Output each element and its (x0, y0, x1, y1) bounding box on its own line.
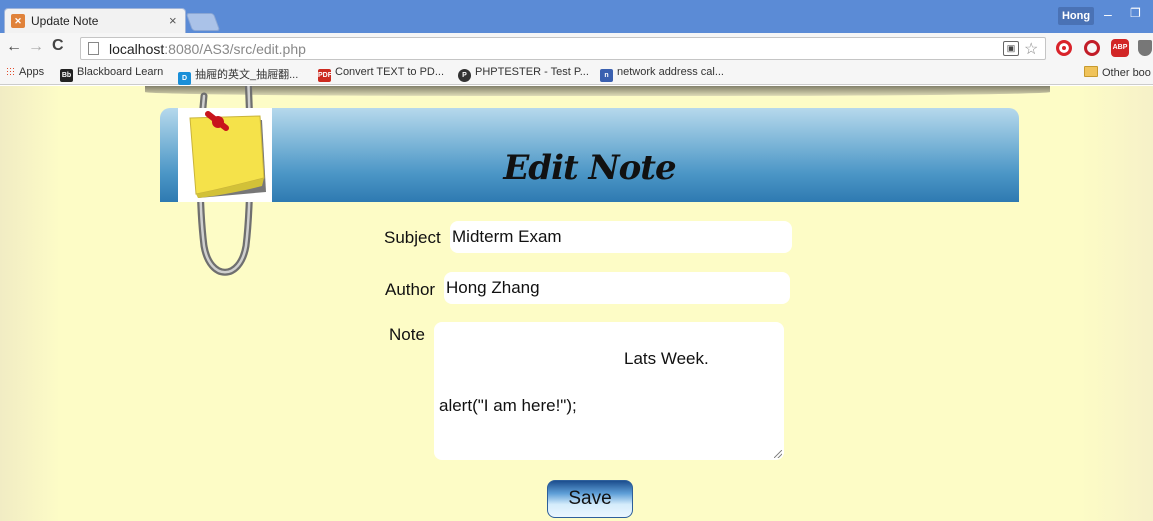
page-viewport: Edit Note Subject Author Note Lats Week.… (0, 86, 1153, 521)
address-bar[interactable]: localhost:8080/AS3/src/edit.php ▣ ☆ (80, 37, 1046, 60)
save-button[interactable]: Save (547, 480, 633, 518)
page-title: Edit Note (503, 148, 676, 188)
page-action-icon[interactable]: ▣ (1003, 41, 1019, 56)
browser-toolbar: ← → C localhost:8080/AS3/src/edit.php ▣ … (0, 33, 1153, 63)
note-text-line: alert("I am here!"); (439, 396, 577, 415)
subject-input[interactable] (450, 221, 792, 253)
bookmark-dictionary[interactable]: D 抽屜的英文_抽屜翻... (178, 66, 298, 85)
page-icon (88, 42, 99, 55)
note-label: Note (389, 325, 425, 344)
minimize-icon[interactable]: – (1104, 6, 1112, 22)
bookmark-star-icon[interactable]: ☆ (1024, 39, 1038, 59)
shield-icon[interactable] (1138, 40, 1152, 56)
url-text[interactable]: localhost:8080/AS3/src/edit.php (109, 41, 306, 57)
network-calc-icon: n (600, 69, 613, 82)
paper-top-edge (145, 86, 1050, 96)
back-arrow-icon[interactable]: ← (6, 38, 22, 56)
bookmarks-bar: Apps Bb Blackboard Learn D 抽屜的英文_抽屜翻... PD… (0, 63, 1153, 85)
phptester-icon: P (458, 69, 471, 82)
tab-title: Update Note (31, 14, 99, 28)
restore-icon[interactable]: ❐ (1130, 6, 1141, 20)
folder-icon (1084, 66, 1098, 77)
note-textarea[interactable]: Lats Week. alert("I am here!"); (434, 322, 784, 460)
blackboard-icon: Bb (60, 69, 73, 82)
new-tab-button[interactable] (185, 13, 221, 31)
subject-label: Subject (384, 228, 441, 247)
bookmark-other[interactable]: Other boo (1084, 66, 1151, 79)
bookmark-apps[interactable]: Apps (6, 66, 44, 78)
paper-shadow-right (1080, 86, 1153, 521)
bookmark-blackboard[interactable]: Bb Blackboard Learn (60, 66, 163, 82)
author-input[interactable] (444, 272, 790, 304)
tab-close-icon[interactable]: × (169, 13, 177, 28)
pdf-icon: PDF (318, 69, 332, 82)
browser-titlebar: ✕ Update Note × Hong – ❐ (0, 0, 1153, 33)
apps-grid-icon (6, 67, 15, 76)
reload-icon[interactable]: C (52, 37, 64, 55)
bookmark-network-calc[interactable]: n network address cal... (600, 66, 724, 82)
dictionary-icon: D (178, 72, 191, 85)
note-text-line: Lats Week. (624, 349, 709, 368)
profile-badge[interactable]: Hong (1058, 7, 1094, 25)
paper-shadow-left (0, 86, 60, 521)
stop-sign-icon[interactable] (1056, 40, 1072, 56)
bookmark-convert-pdf[interactable]: PDF Convert TEXT to PD... (318, 66, 444, 82)
author-label: Author (385, 280, 436, 299)
adblock-plus-icon[interactable]: ABP (1111, 39, 1129, 57)
bookmark-phptester[interactable]: P PHPTESTER - Test P... (458, 66, 589, 82)
forward-arrow-icon[interactable]: → (28, 38, 44, 56)
xampp-favicon-icon: ✕ (11, 14, 25, 28)
resize-handle-icon[interactable] (774, 450, 782, 458)
block-icon[interactable] (1084, 40, 1100, 56)
browser-tab[interactable]: ✕ Update Note × (4, 8, 186, 33)
header-banner: Edit Note (160, 108, 1019, 202)
